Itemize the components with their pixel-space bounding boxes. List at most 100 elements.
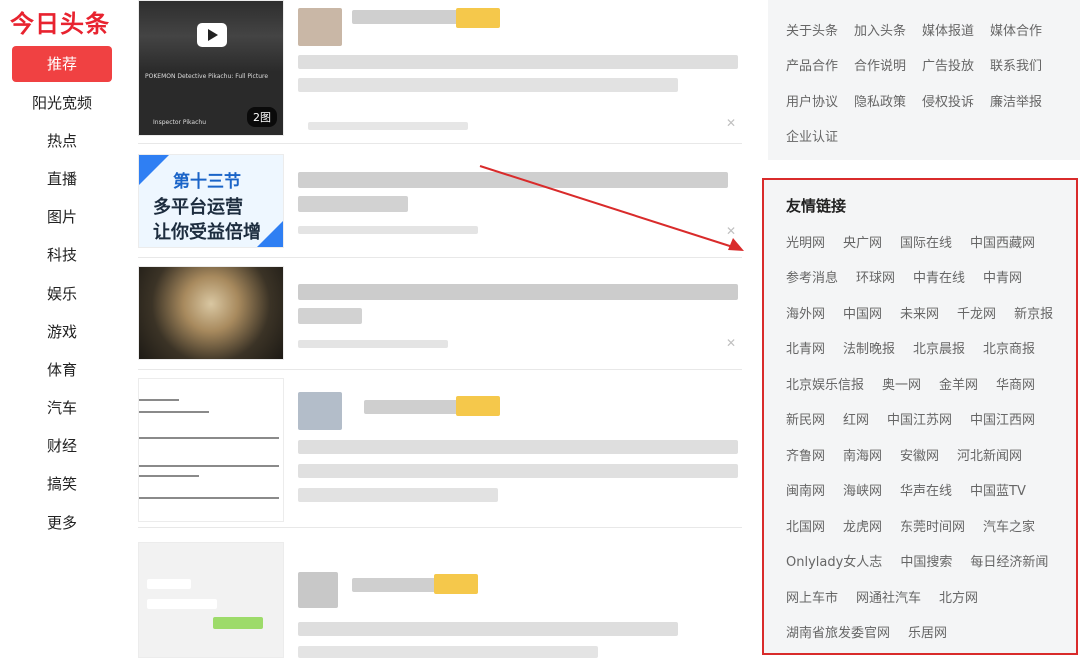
friend-link[interactable]: 红网 [843, 413, 869, 428]
article-thumbnail[interactable] [138, 542, 284, 658]
friend-link[interactable]: 华声在线 [900, 484, 952, 499]
friend-link[interactable]: 北国网 [786, 520, 825, 535]
friend-link[interactable]: 乐居网 [908, 626, 947, 641]
about-link[interactable]: 合作说明 [854, 59, 906, 74]
nav-item-images[interactable]: 图片 [12, 199, 112, 235]
about-link[interactable]: 隐私政策 [854, 95, 906, 110]
friend-links-row: 北京娱乐信报 奥一网 金羊网 华商网 [786, 374, 1053, 393]
nav-item-entertainment[interactable]: 娱乐 [12, 276, 112, 312]
promo-line: 让你受益倍增 [153, 222, 261, 243]
about-link[interactable]: 关于头条 [786, 24, 838, 39]
friend-link[interactable]: 光明网 [786, 236, 825, 251]
blurred-title[interactable] [364, 400, 464, 414]
author-avatar[interactable] [298, 572, 338, 608]
friend-link[interactable]: 汽车之家 [983, 520, 1035, 535]
friend-link[interactable]: 央广网 [843, 236, 882, 251]
friend-link[interactable]: 环球网 [856, 271, 895, 286]
feed-item[interactable]: POKEMON Detective Pikachu: Full Picture … [138, 0, 742, 144]
about-row: 关于头条 加入头条 媒体报道 媒体合作 [786, 20, 1058, 39]
dislike-close-icon[interactable]: ✕ [726, 116, 736, 130]
article-thumbnail[interactable] [138, 378, 284, 522]
about-link[interactable]: 企业认证 [786, 130, 838, 145]
friend-link[interactable]: 闽南网 [786, 484, 825, 499]
about-link[interactable]: 侵权投诉 [922, 95, 974, 110]
toutiao-logo[interactable]: 今日头条 [10, 4, 110, 39]
friend-link[interactable]: 北京商报 [983, 342, 1035, 357]
friend-link[interactable]: 中国西藏网 [970, 236, 1035, 251]
friend-link[interactable]: 奥一网 [882, 378, 921, 393]
about-link[interactable]: 用户协议 [786, 95, 838, 110]
feed-item[interactable]: 第十三节 多平台运营 让你受益倍增 ✕ [138, 154, 742, 258]
nav-item-games[interactable]: 游戏 [12, 314, 112, 350]
play-icon[interactable] [197, 23, 227, 47]
friend-link[interactable]: 华商网 [996, 378, 1035, 393]
article-thumbnail[interactable] [138, 266, 284, 360]
friend-link[interactable]: 千龙网 [957, 307, 996, 322]
friend-link[interactable]: 北青网 [786, 342, 825, 357]
friend-link[interactable]: 中国网 [843, 307, 882, 322]
friend-link[interactable]: 网上车市 [786, 591, 838, 606]
about-link[interactable]: 廉洁举报 [990, 95, 1042, 110]
friend-link[interactable]: 每日经济新闻 [970, 555, 1048, 570]
friend-link[interactable]: 北京娱乐信报 [786, 378, 864, 393]
friend-link[interactable]: 新京报 [1014, 307, 1053, 322]
nav-item-funny[interactable]: 搞笑 [12, 466, 112, 502]
nav-item-auto[interactable]: 汽车 [12, 390, 112, 426]
blurred-title[interactable] [352, 10, 464, 24]
video-thumbnail[interactable]: POKEMON Detective Pikachu: Full Picture … [138, 0, 284, 136]
nav-item-tech[interactable]: 科技 [12, 237, 112, 273]
friend-link[interactable]: 中国搜索 [900, 555, 952, 570]
friend-link[interactable]: 北京晨报 [913, 342, 965, 357]
friend-link[interactable]: 湖南省旅发委官网 [786, 626, 890, 641]
nav-item-hot[interactable]: 热点 [12, 123, 112, 159]
friend-link[interactable]: 中青网 [983, 271, 1022, 286]
friend-link[interactable]: 法制晚报 [843, 342, 895, 357]
friend-link[interactable]: 安徽网 [900, 449, 939, 464]
friend-link[interactable]: 龙虎网 [843, 520, 882, 535]
friend-link[interactable]: 未来网 [900, 307, 939, 322]
about-link[interactable]: 产品合作 [786, 59, 838, 74]
feed-item[interactable] [138, 542, 742, 658]
friend-link[interactable]: 海外网 [786, 307, 825, 322]
blurred-title[interactable] [298, 196, 408, 212]
nav-item-video[interactable]: 阳光宽频 [12, 85, 112, 121]
friend-link[interactable]: 河北新闻网 [957, 449, 1022, 464]
friend-link[interactable]: 南海网 [843, 449, 882, 464]
nav-item-finance[interactable]: 财经 [12, 428, 112, 464]
nav-item-sports[interactable]: 体育 [12, 352, 112, 388]
friend-link[interactable]: 新民网 [786, 413, 825, 428]
friend-link[interactable]: 中国江苏网 [887, 413, 952, 428]
nav-item-more[interactable]: 更多 [12, 505, 112, 541]
video-caption: POKEMON Detective Pikachu: Full Picture [145, 73, 269, 80]
friend-link[interactable]: 中国蓝TV [970, 484, 1026, 499]
promo-thumbnail[interactable]: 第十三节 多平台运营 让你受益倍增 [138, 154, 284, 248]
blurred-title[interactable] [298, 308, 362, 324]
dislike-close-icon[interactable]: ✕ [726, 224, 736, 238]
friend-link[interactable]: Onlylady女人志 [786, 555, 882, 570]
friend-link[interactable]: 参考消息 [786, 271, 838, 286]
about-link[interactable]: 媒体合作 [990, 24, 1042, 39]
blurred-title[interactable] [298, 284, 738, 300]
nav-item-recommend[interactable]: 推荐 [12, 46, 112, 82]
friend-link[interactable]: 齐鲁网 [786, 449, 825, 464]
blurred-summary [298, 464, 738, 478]
friend-link[interactable]: 北方网 [939, 591, 978, 606]
friend-link[interactable]: 海峡网 [843, 484, 882, 499]
about-link[interactable]: 加入头条 [854, 24, 906, 39]
about-link[interactable]: 联系我们 [990, 59, 1042, 74]
friend-link[interactable]: 中国江西网 [970, 413, 1035, 428]
feed-item[interactable] [138, 378, 742, 528]
friend-link[interactable]: 网通社汽车 [856, 591, 921, 606]
dislike-close-icon[interactable]: ✕ [726, 336, 736, 350]
author-avatar[interactable] [298, 8, 342, 46]
friend-link[interactable]: 金羊网 [939, 378, 978, 393]
blurred-title[interactable] [298, 172, 728, 188]
friend-link[interactable]: 国际在线 [900, 236, 952, 251]
nav-item-live[interactable]: 直播 [12, 161, 112, 197]
friend-link[interactable]: 中青在线 [913, 271, 965, 286]
friend-link[interactable]: 东莞时间网 [900, 520, 965, 535]
author-avatar[interactable] [298, 392, 342, 430]
feed-item[interactable]: ✕ [138, 266, 742, 370]
about-link[interactable]: 广告投放 [922, 59, 974, 74]
about-link[interactable]: 媒体报道 [922, 24, 974, 39]
